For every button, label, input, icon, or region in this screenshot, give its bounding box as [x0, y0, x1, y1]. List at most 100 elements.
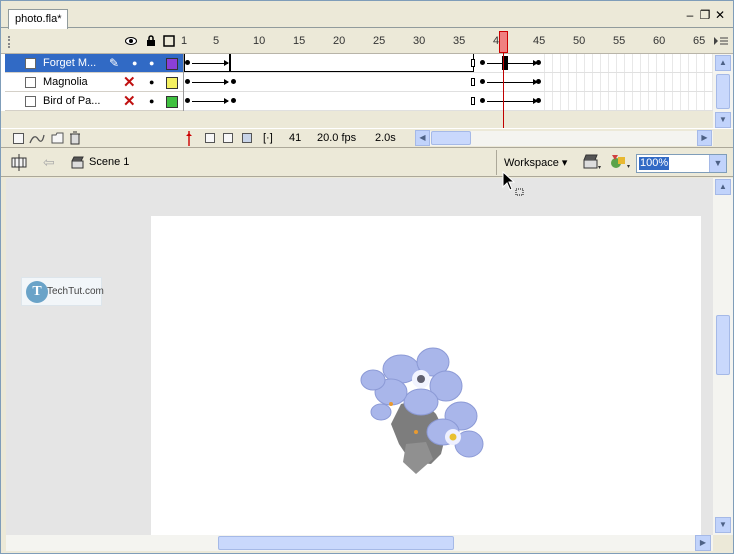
zoom-combobox[interactable]: 100% ▼	[636, 154, 727, 173]
layer-icon	[25, 96, 36, 107]
lock-dot-icon[interactable]: ●	[149, 58, 154, 68]
insert-layer-icon[interactable]	[13, 133, 24, 144]
minimize-icon[interactable]: –	[683, 8, 697, 22]
frame-tick-label: 10	[253, 35, 266, 47]
static-span[interactable]	[230, 54, 474, 72]
keyframe[interactable]	[536, 98, 541, 103]
edit-bar: ⇦ Scene 1 Workspace ▾ 100% ▼	[1, 147, 733, 177]
end-keyframe[interactable]	[471, 78, 475, 86]
timeline-options-icon[interactable]	[713, 35, 729, 47]
frame-row[interactable]	[184, 73, 714, 92]
keyframe[interactable]	[185, 79, 190, 84]
workspace-menu[interactable]: Workspace ▾	[504, 156, 567, 169]
layer-row-bird-of-paradise[interactable]: Bird of Pa... ✕ ●	[5, 92, 183, 111]
scroll-thumb[interactable]	[218, 536, 454, 550]
insert-folder-icon[interactable]	[51, 132, 64, 144]
mouse-cursor-icon	[502, 171, 524, 196]
playhead[interactable]	[499, 31, 508, 53]
timeline-toggle-icon[interactable]	[10, 154, 28, 171]
flash-document-window: photo.fla* – ❐ ✕ 15101520253035404550556…	[0, 0, 734, 554]
end-keyframe[interactable]	[471, 59, 475, 67]
keyframe[interactable]	[185, 98, 190, 103]
layer-name: Bird of Pa...	[43, 95, 101, 107]
layer-color-swatch[interactable]	[166, 58, 178, 70]
tween-arrow	[192, 79, 229, 85]
center-frame-icon[interactable]	[185, 131, 193, 146]
layer-color-swatch[interactable]	[166, 77, 178, 89]
edit-scene-icon[interactable]	[583, 154, 603, 171]
stage-vertical-scrollbar[interactable]: ▲ ▼	[713, 178, 733, 535]
frame-tick-label: 60	[653, 35, 666, 47]
lock-icon[interactable]	[145, 35, 157, 47]
scene-clapper-icon	[71, 156, 84, 169]
zoom-value[interactable]: 100%	[639, 157, 670, 170]
add-motion-guide-icon[interactable]	[29, 132, 45, 145]
frame-row[interactable]	[184, 54, 714, 73]
keyframe[interactable]	[480, 60, 485, 65]
tween-arrow	[192, 98, 229, 104]
zoom-dropdown-icon[interactable]: ▼	[709, 155, 726, 172]
visibility-dot-icon[interactable]: ●	[132, 58, 137, 68]
close-icon[interactable]: ✕	[713, 8, 727, 22]
eye-icon[interactable]	[125, 35, 137, 47]
keyframe[interactable]	[536, 79, 541, 84]
frame-tick-label: 35	[453, 35, 466, 47]
frame-tick-label: 25	[373, 35, 386, 47]
edit-symbols-icon[interactable]	[610, 153, 632, 171]
timeline-vertical-scrollbar[interactable]: ▲ ▼	[713, 54, 733, 129]
scroll-down-icon[interactable]: ▼	[715, 517, 731, 533]
lock-dot-icon[interactable]: ●	[149, 77, 154, 87]
keyframe[interactable]	[185, 60, 190, 65]
scroll-right-icon[interactable]: ▶	[695, 535, 711, 551]
edit-multiple-frames-icon[interactable]	[242, 133, 252, 143]
keyframe[interactable]	[536, 60, 541, 65]
hidden-x-icon[interactable]: ✕	[123, 92, 136, 110]
scroll-thumb[interactable]	[431, 131, 471, 145]
keyframe[interactable]	[480, 79, 485, 84]
layer-name: Magnolia	[43, 76, 88, 88]
modify-onion-markers-icon[interactable]: [·]	[263, 132, 273, 144]
restore-icon[interactable]: ❐	[698, 8, 712, 22]
outline-icon[interactable]	[163, 35, 175, 47]
keyframe[interactable]	[480, 98, 485, 103]
hidden-x-icon[interactable]: ✕	[123, 73, 136, 91]
onion-skin-icon[interactable]	[205, 133, 215, 143]
techtut-logo: T TechTut.com	[21, 277, 104, 306]
scroll-left-icon[interactable]: ◀	[415, 130, 430, 146]
frame-grid[interactable]	[183, 54, 714, 111]
keyframe[interactable]	[231, 79, 236, 84]
stage-horizontal-scrollbar[interactable]: ▶	[6, 535, 713, 551]
forget-me-not-flower-image[interactable]	[351, 344, 496, 489]
lock-dot-icon[interactable]: ●	[149, 96, 154, 106]
onion-skin-outlines-icon[interactable]	[223, 133, 233, 143]
scroll-up-icon[interactable]: ▲	[715, 55, 731, 71]
end-keyframe[interactable]	[471, 97, 475, 105]
scroll-thumb[interactable]	[716, 74, 730, 109]
frame-tick-label: 30	[413, 35, 426, 47]
timeline-horizontal-scrollbar[interactable]: ◀ ▶	[415, 130, 713, 146]
keyframe[interactable]	[231, 98, 236, 103]
document-tab[interactable]: photo.fla*	[8, 9, 69, 29]
layer-icon	[25, 58, 36, 69]
frame-tick-label: 5	[213, 35, 220, 47]
timeline-ruler[interactable]: 15101520253035404550556065	[1, 29, 733, 54]
back-arrow-icon[interactable]: ⇦	[43, 154, 55, 171]
scroll-thumb[interactable]	[716, 315, 730, 375]
current-frame-readout: 41	[289, 132, 302, 144]
stage-canvas[interactable]	[151, 216, 701, 535]
separator	[496, 150, 497, 175]
delete-layer-icon[interactable]	[69, 131, 81, 145]
frame-row[interactable]	[184, 92, 714, 111]
layer-row-forget-me-not[interactable]: Forget M... ✎ ● ●	[5, 54, 183, 73]
layer-row-magnolia[interactable]: Magnolia ✕ ●	[5, 73, 183, 92]
panel-grip-icon[interactable]	[8, 36, 14, 48]
scroll-down-icon[interactable]: ▼	[715, 112, 731, 128]
frame-tick-label: 65	[693, 35, 706, 47]
scroll-right-icon[interactable]: ▶	[697, 130, 712, 146]
layer-list: Forget M... ✎ ● ● Magnolia ✕ ● Bird of P…	[1, 54, 183, 111]
layer-color-swatch[interactable]	[166, 96, 178, 108]
scroll-up-icon[interactable]: ▲	[715, 179, 731, 195]
scene-label[interactable]: Scene 1	[89, 156, 129, 168]
pasteboard[interactable]: T TechTut.com	[6, 178, 713, 535]
frame-rate-readout[interactable]: 20.0 fps	[317, 132, 356, 144]
